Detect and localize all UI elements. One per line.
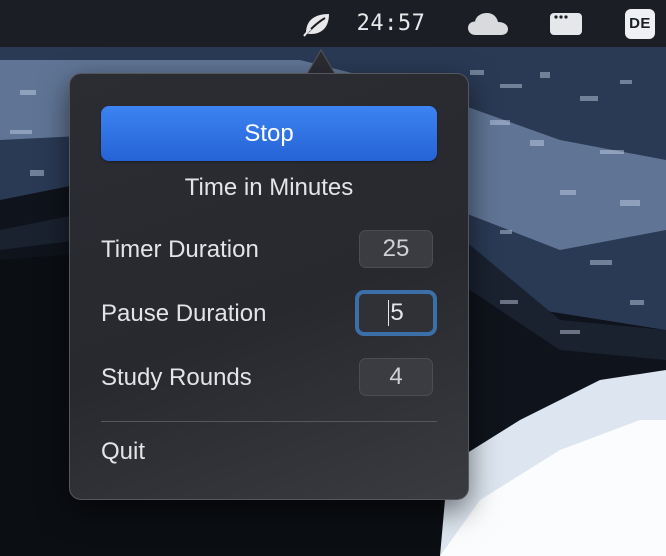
menu-divider — [101, 421, 437, 422]
stop-button[interactable]: Stop — [101, 106, 437, 161]
timer-duration-value: 25 — [382, 235, 410, 262]
timer-duration-input[interactable]: 25 — [359, 230, 433, 268]
section-title: Time in Minutes — [184, 174, 354, 201]
study-rounds-label: Study Rounds — [101, 364, 252, 391]
timer-popover: Stop Time in Minutes Timer Duration 25 P… — [69, 73, 469, 500]
menu-bar-timer-clock[interactable]: 24:57 — [348, 0, 434, 47]
text-caret — [388, 300, 390, 326]
study-rounds-value: 4 — [389, 363, 403, 390]
study-rounds-input[interactable]: 4 — [359, 358, 433, 396]
popover-arrow — [306, 49, 336, 74]
menu-bar: 24:57 DE — [0, 0, 666, 47]
pause-duration-label: Pause Duration — [101, 300, 267, 327]
cloud-icon[interactable] — [462, 0, 514, 47]
desktop: 24:57 DE Stop Time in Minutes Timer Dura… — [0, 0, 666, 556]
leaf-icon[interactable] — [300, 0, 334, 47]
quit-menu-item[interactable]: Quit — [101, 438, 145, 466]
timer-duration-label: Timer Duration — [101, 236, 259, 263]
pause-duration-value: 5 — [390, 299, 404, 326]
input-source-label: DE — [625, 8, 655, 39]
input-source-menu[interactable]: DE — [622, 0, 658, 47]
pause-duration-input[interactable]: 5 — [355, 290, 437, 336]
app-window-icon[interactable] — [546, 0, 586, 47]
